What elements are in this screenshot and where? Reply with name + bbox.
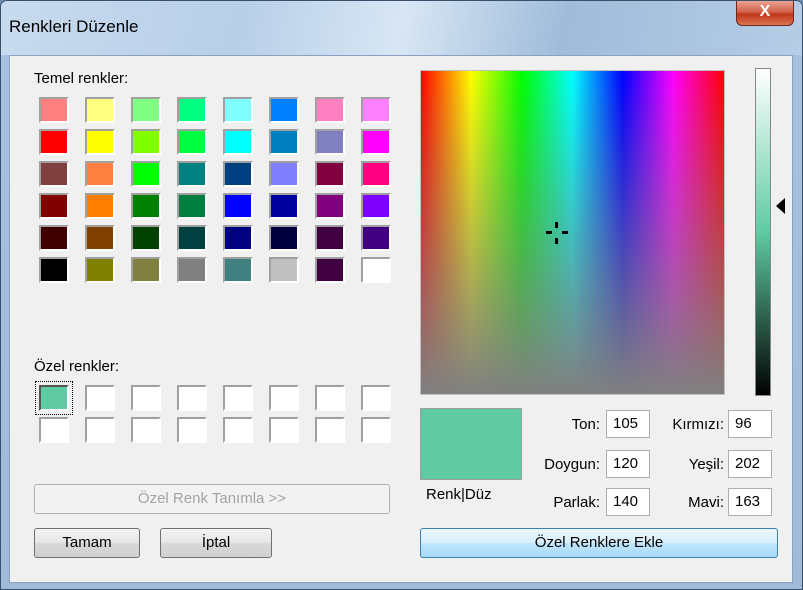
custom-color-swatch[interactable]: [315, 417, 345, 443]
basic-color-swatch[interactable]: [131, 257, 161, 283]
basic-colors-label: Temel renkler:: [34, 70, 129, 87]
custom-color-swatch[interactable]: [269, 385, 299, 411]
basic-color-swatch[interactable]: [361, 225, 391, 251]
custom-color-swatch[interactable]: [223, 417, 253, 443]
basic-color-swatch[interactable]: [315, 193, 345, 219]
custom-color-swatch[interactable]: [315, 385, 345, 411]
title-bar[interactable]: Renkleri Düzenle X: [1, 1, 802, 55]
custom-color-swatch[interactable]: [39, 417, 69, 443]
basic-color-swatch[interactable]: [39, 161, 69, 187]
preview-label: Renk|Düz: [426, 486, 492, 503]
crosshair-icon[interactable]: [546, 222, 568, 244]
luminosity-slider[interactable]: [755, 68, 771, 396]
basic-color-swatch[interactable]: [315, 257, 345, 283]
basic-color-swatch[interactable]: [177, 193, 207, 219]
luminosity-label: Parlak:: [553, 494, 600, 511]
red-label: Kırmızı:: [672, 416, 724, 433]
blue-label: Mavi:: [688, 494, 724, 511]
cancel-button[interactable]: İptal: [160, 528, 272, 558]
basic-color-swatch[interactable]: [269, 225, 299, 251]
custom-color-swatch[interactable]: [85, 385, 115, 411]
basic-color-swatch[interactable]: [223, 257, 253, 283]
basic-colors-grid: [34, 94, 402, 286]
basic-color-swatch[interactable]: [85, 161, 115, 187]
basic-color-swatch[interactable]: [131, 97, 161, 123]
window-title: Renkleri Düzenle: [9, 17, 139, 36]
basic-color-swatch[interactable]: [85, 257, 115, 283]
basic-color-swatch[interactable]: [361, 97, 391, 123]
basic-color-swatch[interactable]: [361, 257, 391, 283]
color-spectrum[interactable]: [420, 70, 725, 395]
basic-color-swatch[interactable]: [315, 129, 345, 155]
custom-color-swatch[interactable]: [35, 381, 73, 415]
custom-color-swatch[interactable]: [223, 385, 253, 411]
define-custom-colors-button[interactable]: Özel Renk Tanımla >>: [34, 484, 390, 514]
basic-color-swatch[interactable]: [39, 97, 69, 123]
custom-color-swatch[interactable]: [177, 385, 207, 411]
basic-color-swatch[interactable]: [315, 97, 345, 123]
custom-colors-grid: [34, 381, 402, 446]
basic-color-swatch[interactable]: [131, 129, 161, 155]
basic-color-swatch[interactable]: [223, 129, 253, 155]
basic-color-swatch[interactable]: [361, 161, 391, 187]
basic-color-swatch[interactable]: [269, 161, 299, 187]
basic-color-swatch[interactable]: [315, 225, 345, 251]
custom-colors-label: Özel renkler:: [34, 358, 120, 375]
basic-color-swatch[interactable]: [315, 161, 345, 187]
custom-color-swatch[interactable]: [131, 417, 161, 443]
basic-color-swatch[interactable]: [223, 161, 253, 187]
custom-color-swatch[interactable]: [361, 417, 391, 443]
basic-color-swatch[interactable]: [361, 193, 391, 219]
custom-color-swatch[interactable]: [269, 417, 299, 443]
basic-color-swatch[interactable]: [131, 161, 161, 187]
basic-color-swatch[interactable]: [39, 257, 69, 283]
basic-color-swatch[interactable]: [223, 97, 253, 123]
basic-color-swatch[interactable]: [269, 193, 299, 219]
basic-color-swatch[interactable]: [223, 225, 253, 251]
hue-label: Ton:: [571, 416, 600, 433]
basic-color-swatch[interactable]: [39, 225, 69, 251]
custom-color-swatch[interactable]: [361, 385, 391, 411]
basic-color-swatch[interactable]: [177, 225, 207, 251]
basic-color-swatch[interactable]: [177, 161, 207, 187]
basic-color-swatch[interactable]: [131, 193, 161, 219]
custom-color-swatch[interactable]: [85, 417, 115, 443]
ok-button[interactable]: Tamam: [34, 528, 140, 558]
color-dialog-window: Renkleri Düzenle X Temel renkler: Özel r…: [0, 0, 803, 590]
basic-color-swatch[interactable]: [269, 97, 299, 123]
custom-color-swatch[interactable]: [131, 385, 161, 411]
dialog-client-area: Temel renkler: Özel renkler: Özel Renk T…: [9, 55, 793, 583]
color-preview: [420, 408, 522, 480]
green-label: Yeşil:: [688, 456, 724, 473]
basic-color-swatch[interactable]: [85, 97, 115, 123]
basic-color-swatch[interactable]: [223, 193, 253, 219]
custom-color-swatch[interactable]: [177, 417, 207, 443]
basic-color-swatch[interactable]: [131, 225, 161, 251]
green-field[interactable]: 202: [728, 450, 772, 478]
hue-field[interactable]: 105: [606, 410, 650, 438]
add-to-custom-colors-button[interactable]: Özel Renklere Ekle: [420, 528, 778, 558]
basic-color-swatch[interactable]: [85, 129, 115, 155]
basic-color-swatch[interactable]: [269, 257, 299, 283]
basic-color-swatch[interactable]: [177, 97, 207, 123]
luminosity-field[interactable]: 140: [606, 488, 650, 516]
red-field[interactable]: 96: [728, 410, 772, 438]
basic-color-swatch[interactable]: [269, 129, 299, 155]
basic-color-swatch[interactable]: [177, 129, 207, 155]
basic-color-swatch[interactable]: [85, 225, 115, 251]
basic-color-swatch[interactable]: [177, 257, 207, 283]
basic-color-swatch[interactable]: [39, 129, 69, 155]
saturation-label: Doygun:: [544, 456, 600, 473]
basic-color-swatch[interactable]: [85, 193, 115, 219]
close-button[interactable]: X: [736, 1, 794, 26]
luminosity-arrow-icon[interactable]: [776, 198, 785, 214]
basic-color-swatch[interactable]: [361, 129, 391, 155]
basic-color-swatch[interactable]: [39, 193, 69, 219]
close-icon: X: [759, 3, 771, 20]
saturation-field[interactable]: 120: [606, 450, 650, 478]
blue-field[interactable]: 163: [728, 488, 772, 516]
